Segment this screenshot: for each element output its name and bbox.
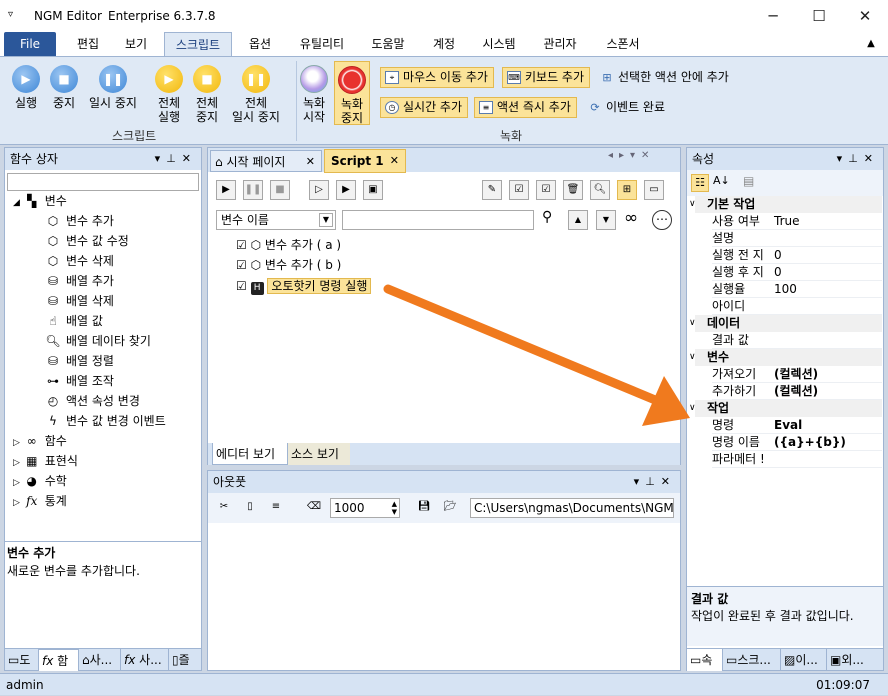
status-user: admin	[6, 678, 44, 692]
annotation-arrow	[383, 284, 690, 426]
status-bar: admin 01:09:07	[0, 673, 888, 695]
status-time: 01:09:07	[816, 678, 870, 692]
